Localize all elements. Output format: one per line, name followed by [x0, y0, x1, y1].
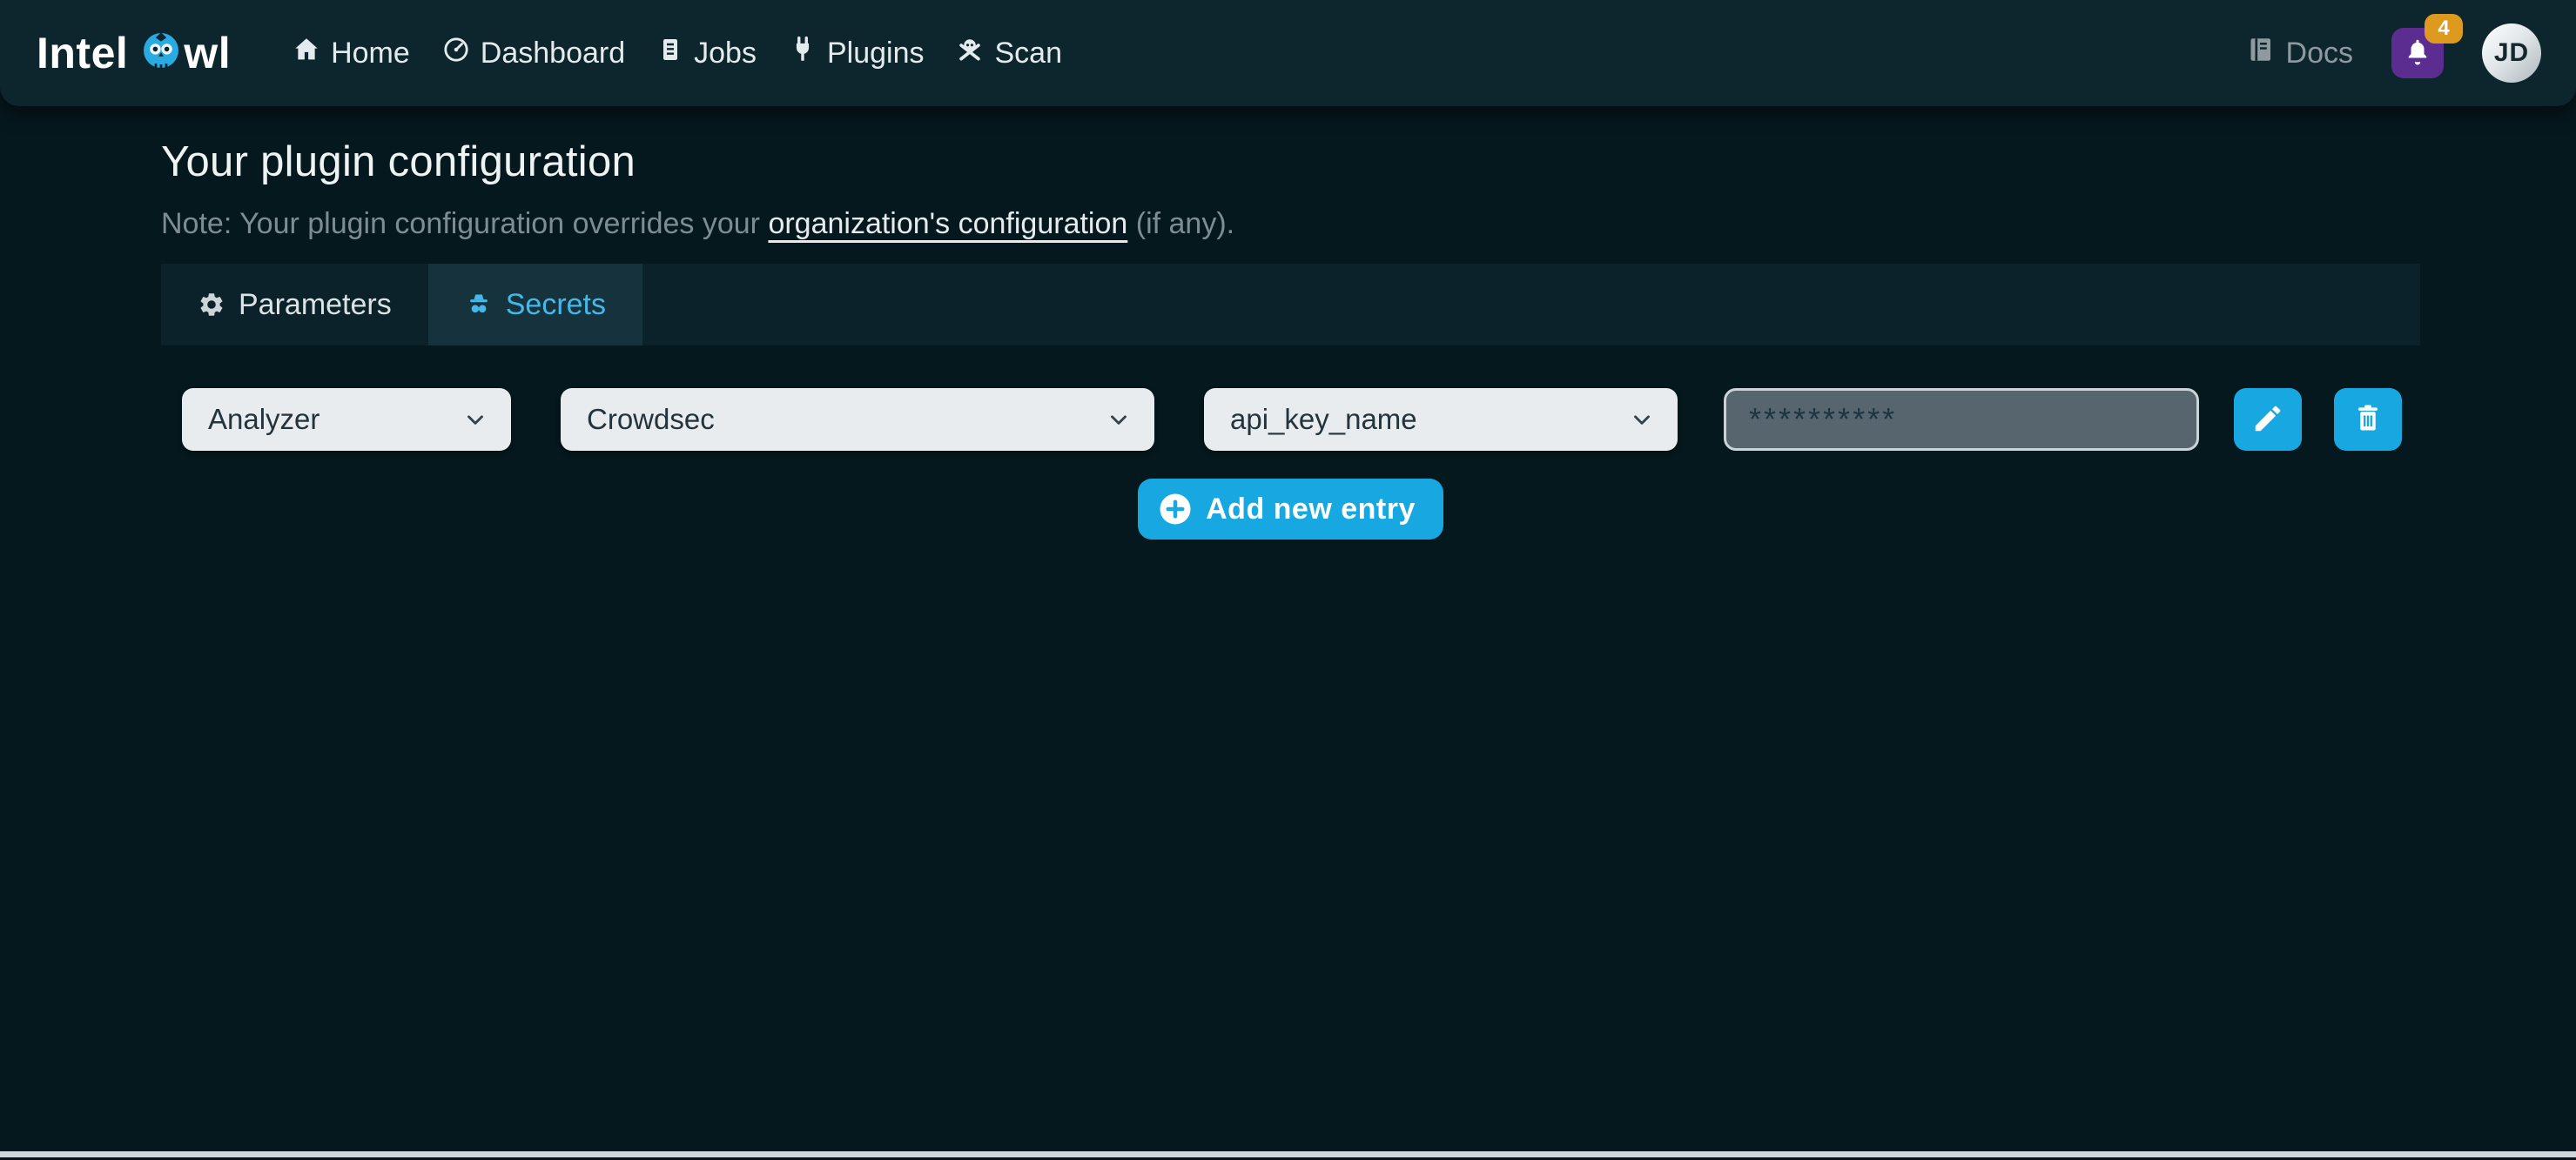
tab-secrets[interactable]: Secrets	[428, 264, 642, 345]
chevron-down-icon	[462, 406, 488, 432]
pencil-icon	[2251, 402, 2284, 438]
notification-badge: 4	[2425, 14, 2463, 44]
chevron-down-icon	[1106, 406, 1132, 432]
scan-icon	[955, 35, 985, 72]
plugin-name-value: Crowdsec	[587, 403, 715, 436]
brand-prefix: Intel	[37, 28, 128, 78]
nav-label: Jobs	[694, 37, 757, 70]
add-entry-label: Add new entry	[1206, 493, 1416, 526]
nav-item-home[interactable]: Home	[292, 35, 410, 72]
docs-label: Docs	[2286, 37, 2353, 70]
trash-icon	[2351, 402, 2384, 438]
note-prefix: Note: Your plugin configuration override…	[161, 207, 768, 240]
organization-config-link[interactable]: organization's configuration	[768, 207, 1127, 240]
notifications-button[interactable]: 4	[2391, 28, 2444, 78]
nav-item-jobs[interactable]: Jobs	[656, 36, 757, 71]
tab-label: Secrets	[506, 288, 606, 322]
nav-item-dashboard[interactable]: Dashboard	[441, 35, 625, 72]
jobs-icon	[656, 36, 684, 71]
add-entry-button[interactable]: Add new entry	[1138, 479, 1443, 540]
tab-parameters[interactable]: Parameters	[161, 264, 428, 345]
plugin-type-value: Analyzer	[208, 403, 319, 436]
horizontal-scrollbar[interactable]	[0, 1151, 2576, 1157]
docs-link[interactable]: Docs	[2244, 34, 2353, 73]
secret-value-input[interactable]	[1724, 388, 2199, 451]
bell-icon	[2403, 37, 2432, 70]
plugins-icon	[788, 35, 817, 72]
plugin-type-select[interactable]: Analyzer	[182, 388, 511, 451]
delete-button[interactable]	[2334, 388, 2402, 451]
docs-icon	[2244, 34, 2276, 73]
edit-button[interactable]	[2234, 388, 2302, 451]
brand-logo[interactable]: Intel wl	[37, 24, 231, 82]
user-avatar[interactable]: JD	[2482, 23, 2541, 83]
config-tabs: Parameters Secrets	[161, 264, 2420, 345]
top-navbar: Intel wl	[0, 0, 2576, 106]
gear-icon	[198, 291, 225, 318]
navbar-right: Docs 4 JD	[2244, 23, 2541, 83]
nav-label: Dashboard	[481, 37, 625, 70]
tab-label: Parameters	[239, 288, 392, 322]
note-suffix: (if any).	[1127, 207, 1234, 240]
nav-label: Scan	[994, 37, 1062, 70]
attribute-value: api_key_name	[1230, 403, 1417, 436]
page-title: Your plugin configuration	[161, 137, 2420, 186]
main-content: Your plugin configuration Note: Your plu…	[0, 106, 2576, 540]
nav-item-plugins[interactable]: Plugins	[788, 35, 925, 72]
app-root: Intel wl	[0, 0, 2576, 1160]
home-icon	[292, 35, 321, 72]
attribute-select[interactable]: api_key_name	[1204, 388, 1678, 451]
dashboard-icon	[441, 35, 471, 72]
nav-item-scan[interactable]: Scan	[955, 35, 1062, 72]
chevron-down-icon	[1629, 406, 1655, 432]
nav-label: Plugins	[827, 37, 925, 70]
config-note: Note: Your plugin configuration override…	[161, 207, 2420, 241]
brand-suffix: wl	[184, 28, 231, 78]
nav-label: Home	[331, 37, 410, 70]
add-entry-row: Add new entry	[161, 479, 2420, 540]
plugin-name-select[interactable]: Crowdsec	[561, 388, 1154, 451]
owl-icon	[140, 30, 182, 82]
secret-config-row: Analyzer Crowdsec api_key_name	[182, 388, 2420, 451]
primary-nav: Home Dashboard	[292, 35, 1062, 72]
spy-icon	[465, 291, 493, 318]
plus-circle-icon	[1157, 491, 1194, 527]
